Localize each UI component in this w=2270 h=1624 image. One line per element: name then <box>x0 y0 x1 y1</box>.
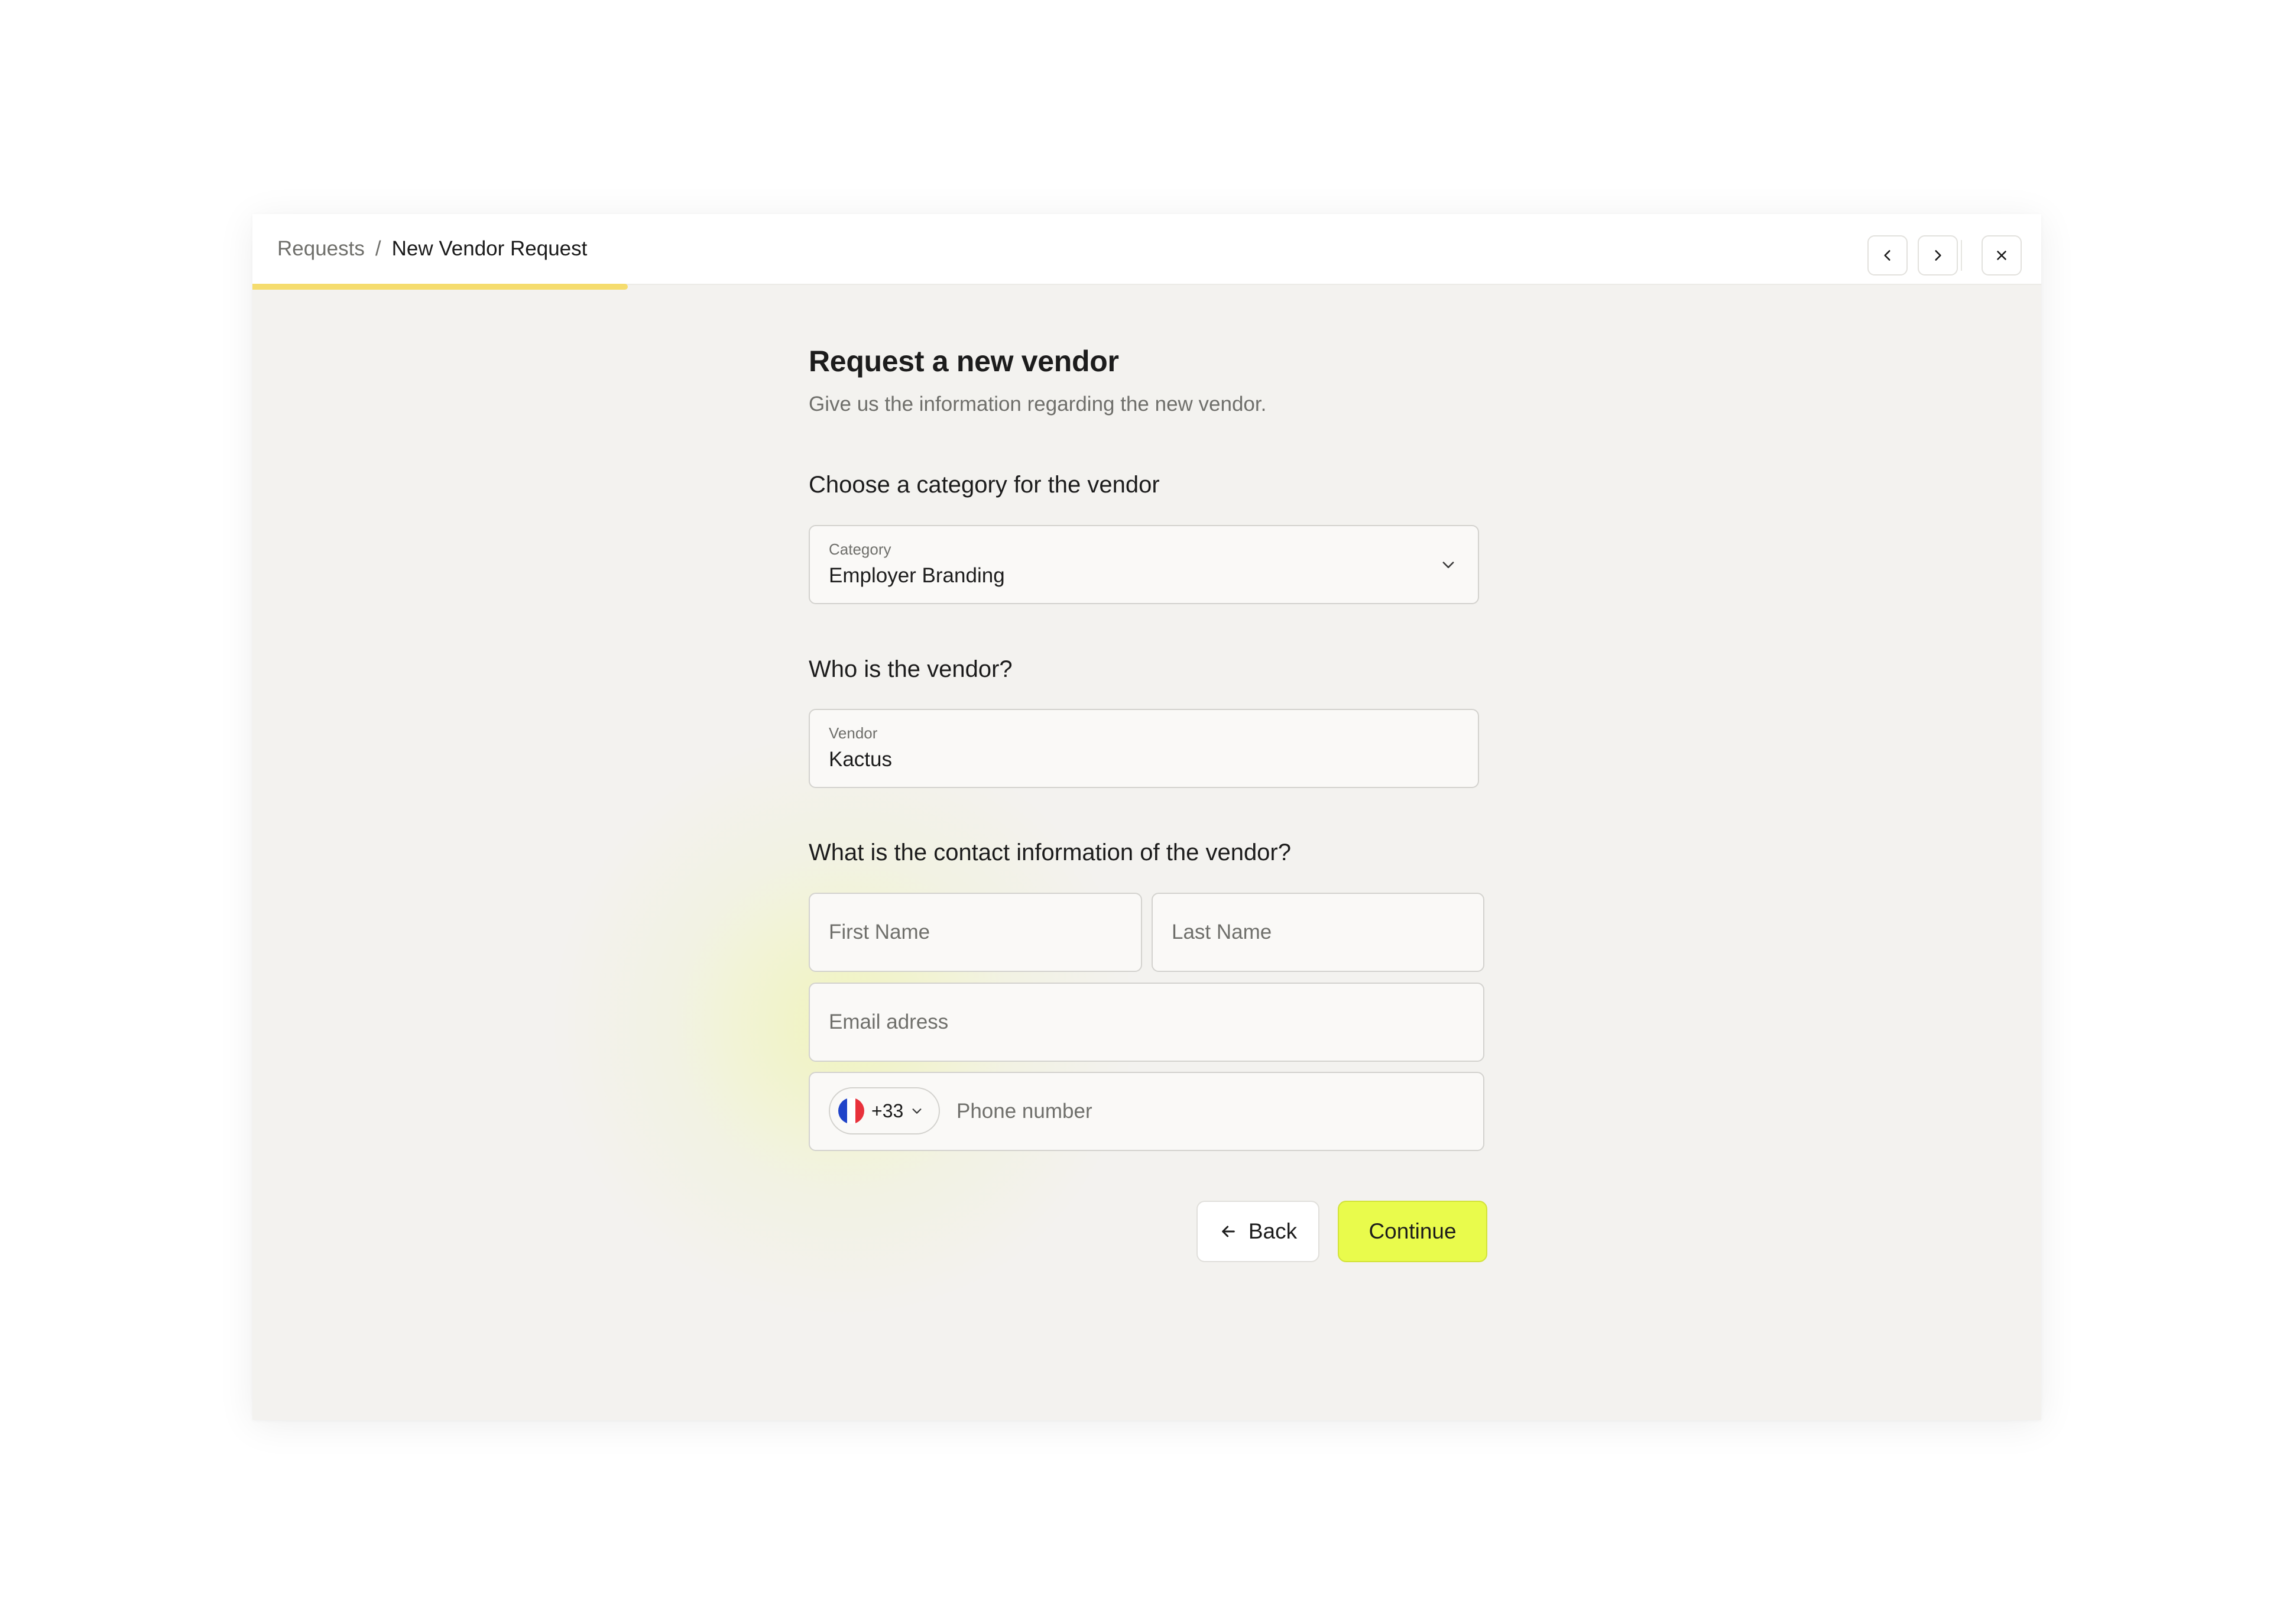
phone-placeholder: Phone number <box>956 1100 1092 1123</box>
email-field[interactable]: Email adress <box>809 983 1484 1062</box>
chevron-left-icon <box>1884 250 1890 261</box>
france-flag-icon <box>838 1098 864 1124</box>
category-label: Category <box>829 540 891 558</box>
breadcrumb-current: New Vendor Request <box>391 237 588 260</box>
chevron-right-icon <box>1935 250 1941 261</box>
back-button[interactable]: Back <box>1196 1201 1319 1262</box>
continue-label: Continue <box>1369 1219 1457 1243</box>
vendor-field[interactable]: Vendor Kactus <box>809 709 1479 788</box>
country-code: +33 <box>871 1100 904 1121</box>
category-value: Employer Branding <box>829 564 1005 587</box>
previous-button[interactable] <box>1867 235 1908 275</box>
page-title: Request a new vendor <box>809 345 1119 378</box>
breadcrumb-separator: / <box>375 237 381 260</box>
vendor-value: Kactus <box>829 748 892 771</box>
vendor-question: Who is the vendor? <box>809 656 1013 682</box>
first-name-field[interactable]: First Name <box>809 893 1142 972</box>
last-name-placeholder: Last Name <box>1172 920 1272 944</box>
country-code-select[interactable]: +33 <box>829 1087 940 1134</box>
toolbar-divider <box>1961 240 1962 271</box>
category-question: Choose a category for the vendor <box>809 472 1160 498</box>
vendor-label: Vendor <box>829 724 878 742</box>
vendor-request-window: Requests / New Vendor Request Request a … <box>252 214 2041 1420</box>
close-icon <box>1997 251 2006 260</box>
first-name-placeholder: First Name <box>829 920 930 944</box>
category-select[interactable]: Category Employer Branding <box>809 525 1479 604</box>
chevron-down-icon <box>912 1108 922 1114</box>
phone-field[interactable]: +33 Phone number <box>809 1072 1484 1151</box>
progress-bar <box>252 284 628 290</box>
page-subtitle: Give us the information regarding the ne… <box>809 393 1267 416</box>
last-name-field[interactable]: Last Name <box>1152 893 1484 972</box>
chevron-down-icon <box>1442 562 1454 568</box>
close-button[interactable] <box>1982 235 2022 275</box>
breadcrumb-requests-link[interactable]: Requests <box>277 237 365 261</box>
arrow-left-icon <box>1222 1226 1235 1237</box>
contact-question: What is the contact information of the v… <box>809 839 1291 866</box>
back-label: Back <box>1248 1219 1298 1243</box>
next-button[interactable] <box>1918 235 1958 275</box>
continue-button[interactable]: Continue <box>1338 1201 1487 1262</box>
top-bar: Requests / New Vendor Request <box>252 214 2041 285</box>
email-placeholder: Email adress <box>829 1010 949 1033</box>
breadcrumb: Requests / New Vendor Request <box>277 214 587 284</box>
